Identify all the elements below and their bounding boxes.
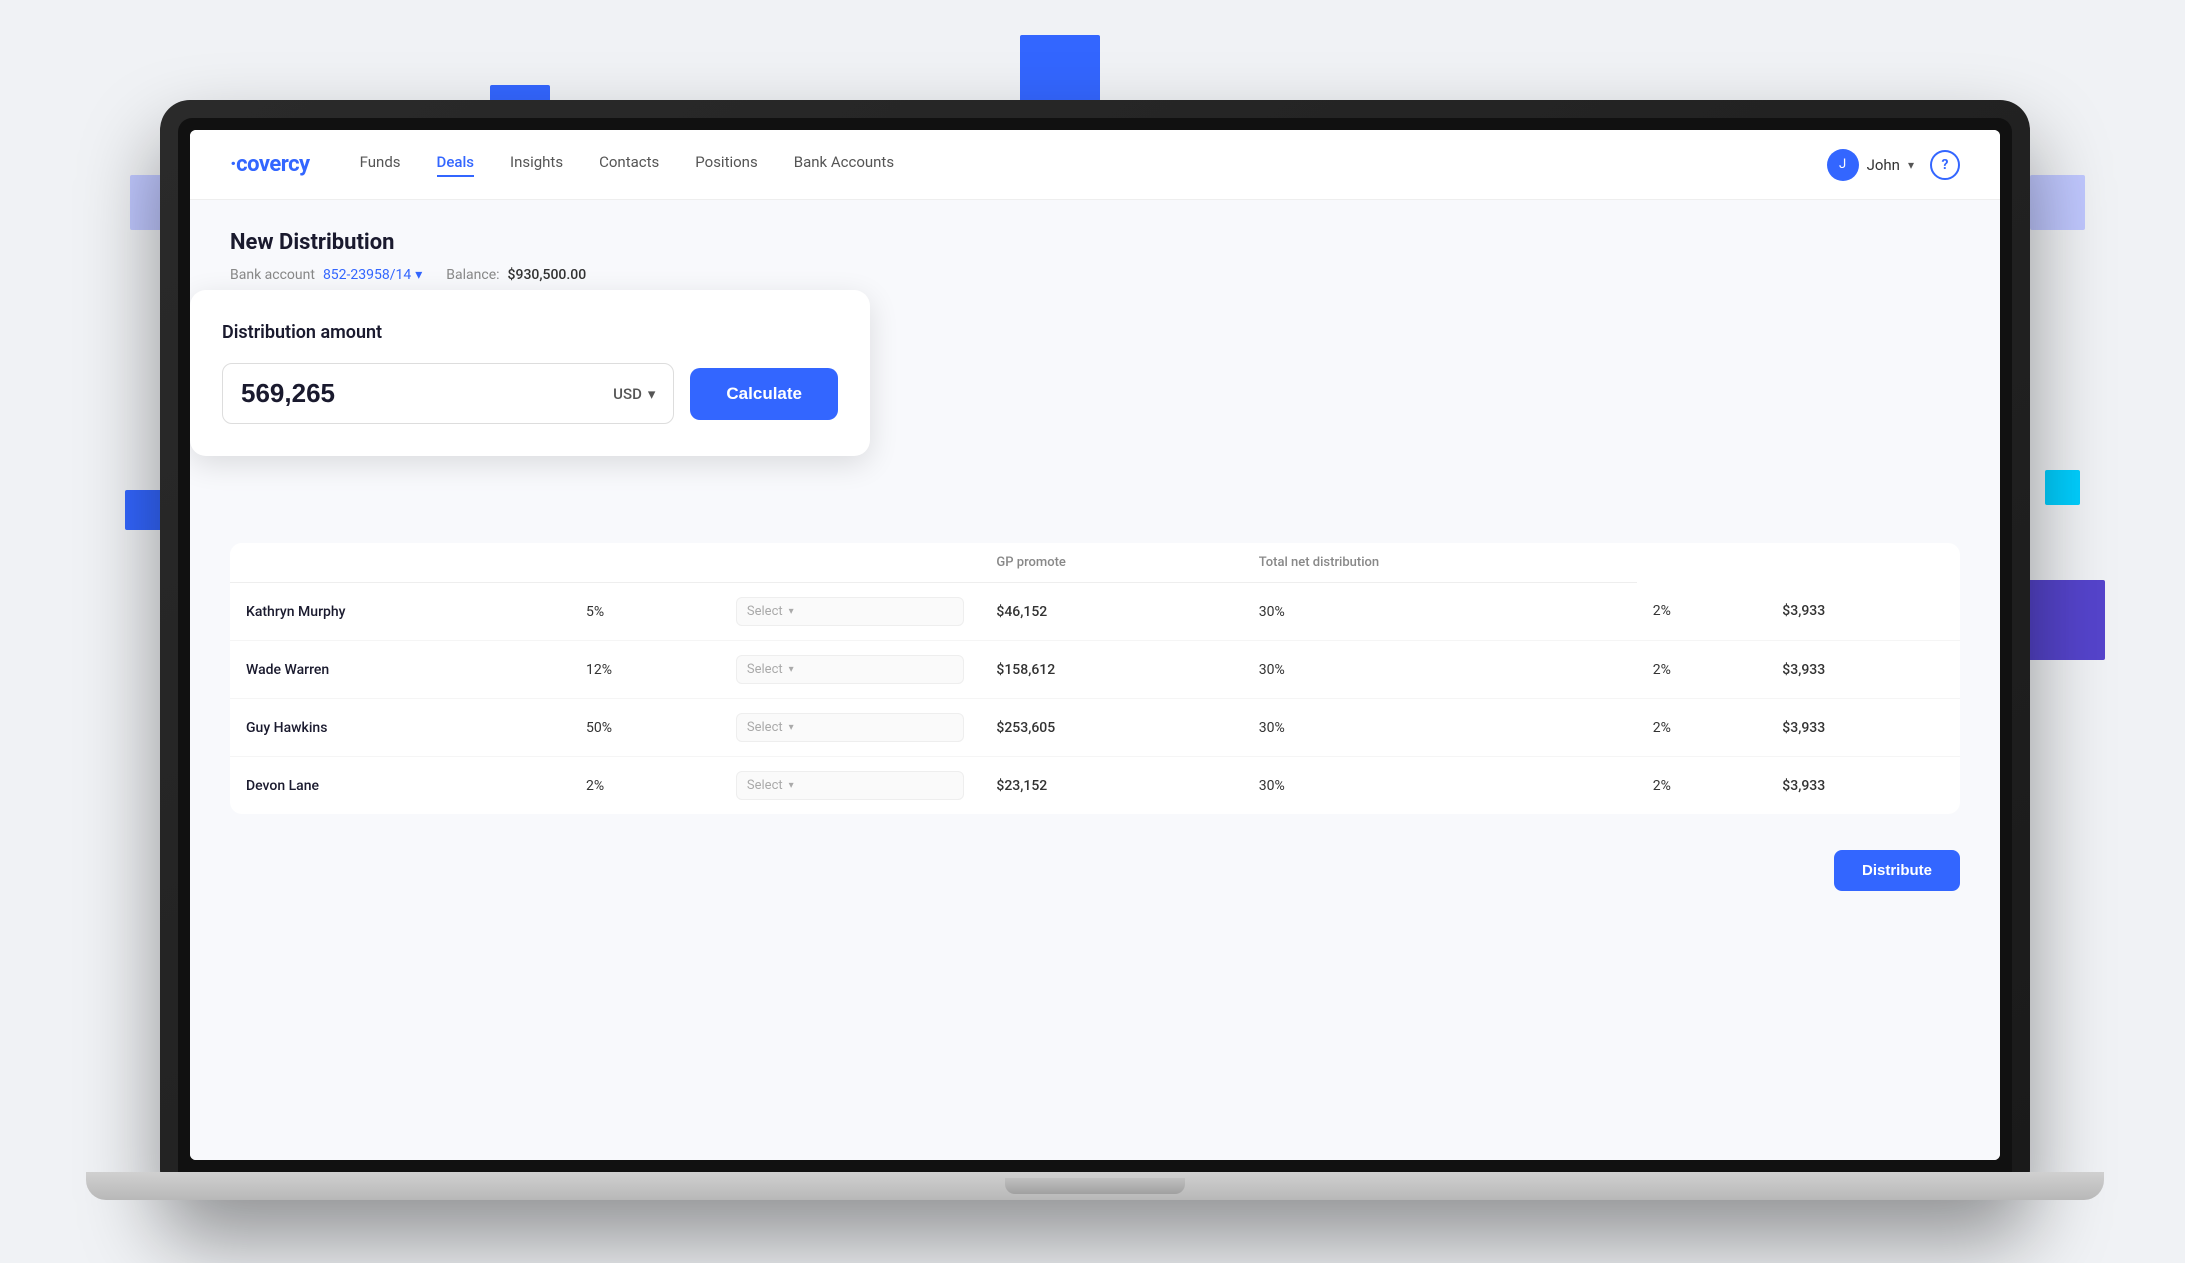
nav-contacts[interactable]: Contacts xyxy=(599,153,659,177)
distribution-table: GP promote Total net distribution Kathry… xyxy=(230,543,1960,814)
help-button[interactable]: ? xyxy=(1930,150,1960,180)
page-title: New Distribution xyxy=(230,230,1960,255)
select-dropdown-3[interactable]: Select ▾ xyxy=(736,771,964,800)
nav-bank-accounts[interactable]: Bank Accounts xyxy=(794,153,894,177)
col-net-distribution: Total net distribution xyxy=(1243,543,1637,583)
table-row: Guy Hawkins 50% Select ▾ $253,605 30% 2%… xyxy=(230,699,1960,757)
navbar: ·covercy Funds Deals Insights Contacts P… xyxy=(190,130,2000,200)
nav-positions[interactable]: Positions xyxy=(695,153,757,177)
dropdown-chevron-icon-3: ▾ xyxy=(789,780,794,791)
nav-deals[interactable]: Deals xyxy=(437,153,474,177)
cell-percent-1: 12% xyxy=(570,641,720,699)
select-dropdown-1[interactable]: Select ▾ xyxy=(736,655,964,684)
select-dropdown-0[interactable]: Select ▾ xyxy=(736,597,964,626)
laptop-hinge xyxy=(1005,1178,1185,1194)
nav-links: Funds Deals Insights Contacts Positions … xyxy=(360,153,1827,177)
table-container: GP promote Total net distribution Kathry… xyxy=(230,543,1960,891)
bank-info: Bank account 852-23958/14 ▾ Balance: $93… xyxy=(230,267,1960,283)
deco-square-4 xyxy=(2030,175,2085,230)
distribution-card-title: Distribution amount xyxy=(222,322,838,343)
cell-percent-0: 5% xyxy=(570,583,720,641)
logo: ·covercy xyxy=(230,152,310,177)
calculate-button[interactable]: Calculate xyxy=(690,368,838,420)
cell-select-3[interactable]: Select ▾ xyxy=(720,757,980,815)
cell-net-dist-0: $3,933 xyxy=(1766,583,1960,641)
cell-hurdle-3: 30% xyxy=(1243,757,1637,815)
table-row: Devon Lane 2% Select ▾ $23,152 30% 2% $3… xyxy=(230,757,1960,815)
currency-selector[interactable]: USD ▾ xyxy=(613,385,655,403)
table-body: Kathryn Murphy 5% Select ▾ $46,152 30% 2… xyxy=(230,583,1960,815)
cell-percent-2: 50% xyxy=(570,699,720,757)
amount-input-wrapper: USD ▾ xyxy=(222,363,674,424)
col-select xyxy=(720,543,980,583)
bank-account-value[interactable]: 852-23958/14 ▾ xyxy=(323,267,422,283)
chevron-down-icon: ▾ xyxy=(1908,158,1914,172)
amount-input[interactable] xyxy=(241,378,613,409)
user-avatar: J xyxy=(1827,149,1859,181)
cell-gp-promote-0: 2% xyxy=(1637,583,1767,641)
cell-gp-promote-3: 2% xyxy=(1637,757,1767,815)
cell-select-2[interactable]: Select ▾ xyxy=(720,699,980,757)
cell-amount-2: $253,605 xyxy=(980,699,1242,757)
dropdown-chevron-icon-0: ▾ xyxy=(789,606,794,617)
col-percent xyxy=(570,543,720,583)
cell-hurdle-0: 30% xyxy=(1243,583,1637,641)
cell-amount-3: $23,152 xyxy=(980,757,1242,815)
user-name: John xyxy=(1867,156,1900,174)
cell-name-0: Kathryn Murphy xyxy=(230,583,570,641)
cell-net-dist-3: $3,933 xyxy=(1766,757,1960,815)
balance-label: Balance: xyxy=(446,267,499,283)
balance-info: Balance: $930,500.00 xyxy=(446,267,586,283)
table-header: GP promote Total net distribution xyxy=(230,543,1960,583)
cell-amount-0: $46,152 xyxy=(980,583,1242,641)
cell-percent-3: 2% xyxy=(570,757,720,815)
cell-amount-1: $158,612 xyxy=(980,641,1242,699)
table-row: Kathryn Murphy 5% Select ▾ $46,152 30% 2… xyxy=(230,583,1960,641)
cell-name-2: Guy Hawkins xyxy=(230,699,570,757)
deco-square-7 xyxy=(125,490,165,530)
cell-name-3: Devon Lane xyxy=(230,757,570,815)
col-name xyxy=(230,543,570,583)
dropdown-icon: ▾ xyxy=(415,267,422,283)
balance-value: $930,500.00 xyxy=(508,267,587,283)
nav-insights[interactable]: Insights xyxy=(510,153,563,177)
cell-gp-promote-2: 2% xyxy=(1637,699,1767,757)
deco-square-6 xyxy=(2045,470,2080,505)
bank-account-label: Bank account xyxy=(230,267,315,283)
col-gp-promote: GP promote xyxy=(980,543,1242,583)
bank-account-info: Bank account 852-23958/14 ▾ xyxy=(230,267,422,283)
nav-right: J John ▾ ? xyxy=(1827,149,1960,181)
select-dropdown-2[interactable]: Select ▾ xyxy=(736,713,964,742)
cell-select-1[interactable]: Select ▾ xyxy=(720,641,980,699)
cell-hurdle-2: 30% xyxy=(1243,699,1637,757)
laptop-frame: ·covercy Funds Deals Insights Contacts P… xyxy=(160,100,2030,1200)
currency-chevron-icon: ▾ xyxy=(648,385,656,403)
nav-funds[interactable]: Funds xyxy=(360,153,401,177)
laptop-base xyxy=(86,1172,2103,1200)
dropdown-chevron-icon-1: ▾ xyxy=(789,664,794,675)
deco-square-9 xyxy=(2025,580,2105,660)
dropdown-chevron-icon-2: ▾ xyxy=(789,722,794,733)
screen-content: ·covercy Funds Deals Insights Contacts P… xyxy=(190,130,2000,1160)
distribution-card: Distribution amount USD ▾ Calculate xyxy=(190,290,870,456)
cell-name-1: Wade Warren xyxy=(230,641,570,699)
action-row: Distribute xyxy=(230,830,1960,891)
main-content: New Distribution Bank account 852-23958/… xyxy=(190,200,2000,1160)
user-menu[interactable]: J John ▾ xyxy=(1827,149,1914,181)
cell-net-dist-1: $3,933 xyxy=(1766,641,1960,699)
screen-bezel: ·covercy Funds Deals Insights Contacts P… xyxy=(178,118,2012,1172)
cell-net-dist-2: $3,933 xyxy=(1766,699,1960,757)
cell-select-0[interactable]: Select ▾ xyxy=(720,583,980,641)
cell-gp-promote-1: 2% xyxy=(1637,641,1767,699)
distribution-input-row: USD ▾ Calculate xyxy=(222,363,838,424)
table-row: Wade Warren 12% Select ▾ $158,612 30% 2%… xyxy=(230,641,1960,699)
cell-hurdle-1: 30% xyxy=(1243,641,1637,699)
distribute-button[interactable]: Distribute xyxy=(1834,850,1960,891)
